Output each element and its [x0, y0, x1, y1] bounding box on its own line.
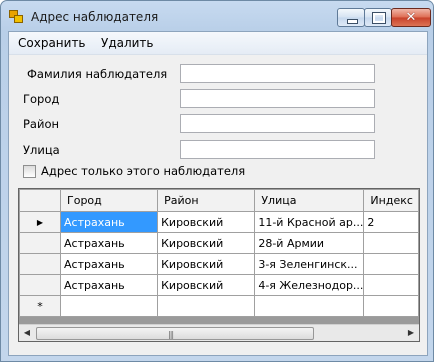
current-row-marker-icon[interactable]: ▶	[19, 211, 61, 233]
address-grid[interactable]: Город Район Улица Индекс ▶ Астрахань Кир…	[18, 188, 420, 342]
table-cell[interactable]: Кировский	[157, 274, 256, 296]
table-row[interactable]: Астрахань Кировский 4-я Железнодор...	[19, 274, 419, 296]
client-area: Сохранить Удалить Фамилия наблюдателя Го…	[8, 31, 428, 356]
table-cell[interactable]: Кировский	[157, 253, 256, 275]
scroll-left-icon[interactable]: ◀	[19, 325, 35, 341]
menu-item-delete[interactable]: Удалить	[101, 36, 154, 50]
menu-bar: Сохранить Удалить	[9, 32, 427, 55]
table-cell[interactable]: 11-й Красной ар...	[254, 211, 365, 233]
district-label: Район	[23, 117, 60, 131]
cell-text: 3-я Зеленгинск...	[258, 257, 358, 271]
minimize-icon	[347, 19, 358, 24]
horizontal-scrollbar[interactable]: ◀ ||| ▶	[19, 324, 419, 341]
table-cell[interactable]	[363, 253, 419, 275]
table-header-row: Город Район Улица Индекс	[19, 189, 419, 212]
table-cell[interactable]: Астрахань	[59, 253, 159, 275]
only-this-observer-checkbox[interactable]	[23, 165, 36, 178]
table-cell[interactable]	[363, 295, 419, 317]
close-icon: ✕	[405, 10, 417, 25]
table-cell[interactable]	[59, 295, 159, 317]
city-input[interactable]	[180, 89, 375, 108]
scroll-right-icon[interactable]: ▶	[403, 325, 419, 341]
new-row[interactable]: *	[19, 295, 419, 317]
surname-label: Фамилия наблюдателя	[27, 67, 168, 81]
header-corner	[19, 189, 61, 212]
street-input[interactable]	[180, 140, 375, 159]
row-header[interactable]	[19, 253, 61, 275]
district-input[interactable]	[180, 114, 375, 133]
column-header-city[interactable]: Город	[59, 189, 159, 212]
menu-item-save[interactable]: Сохранить	[18, 36, 86, 50]
city-label: Город	[23, 92, 60, 106]
row-header[interactable]	[19, 274, 61, 296]
table-cell[interactable]: Астрахань	[59, 274, 159, 296]
table-row[interactable]: ▶ Астрахань Кировский 11-й Красной ар...…	[19, 211, 419, 233]
close-button[interactable]: ✕	[391, 8, 431, 27]
only-this-observer-label: Адрес только этого наблюдателя	[41, 164, 246, 178]
table-cell[interactable]: Астрахань	[59, 232, 159, 254]
window-title: Адрес наблюдателя	[31, 10, 159, 24]
table-cell[interactable]	[363, 232, 419, 254]
address-table: Город Район Улица Индекс ▶ Астрахань Кир…	[19, 189, 419, 317]
table-cell[interactable]: 2	[363, 211, 419, 233]
row-header[interactable]	[19, 232, 61, 254]
column-header-district[interactable]: Район	[157, 189, 256, 212]
app-icon	[9, 10, 23, 23]
table-row[interactable]: Астрахань Кировский 3-я Зеленгинск...	[19, 253, 419, 275]
cell-text: 11-й Красной ар...	[258, 215, 364, 229]
cell-text: 4-я Железнодор...	[258, 278, 364, 292]
table-cell[interactable]: 28-й Армии	[254, 232, 365, 254]
scroll-thumb[interactable]: |||	[36, 327, 314, 340]
grip-icon: |||	[168, 330, 174, 339]
table-row[interactable]: Астрахань Кировский 28-й Армии	[19, 232, 419, 254]
surname-input[interactable]	[180, 64, 375, 83]
table-cell[interactable]: Астрахань	[59, 211, 159, 233]
table-cell[interactable]: Кировский	[157, 211, 256, 233]
table-cell[interactable]: 3-я Зеленгинск...	[254, 253, 365, 275]
main-window: Адрес наблюдателя ✕ Сохранить Удалить Фа…	[0, 0, 434, 362]
title-bar[interactable]: Адрес наблюдателя ✕	[1, 1, 433, 31]
maximize-button[interactable]	[364, 8, 392, 27]
table-cell[interactable]	[157, 295, 256, 317]
table-cell[interactable]: Кировский	[157, 232, 256, 254]
street-label: Улица	[23, 143, 60, 157]
maximize-icon	[372, 12, 386, 24]
column-header-street[interactable]: Улица	[254, 189, 365, 212]
table-cell[interactable]	[363, 274, 419, 296]
table-cell[interactable]	[254, 295, 365, 317]
minimize-button[interactable]	[337, 8, 365, 27]
column-header-index[interactable]: Индекс	[363, 189, 419, 212]
table-cell[interactable]: 4-я Железнодор...	[254, 274, 365, 296]
new-row-marker-icon[interactable]: *	[19, 295, 61, 317]
